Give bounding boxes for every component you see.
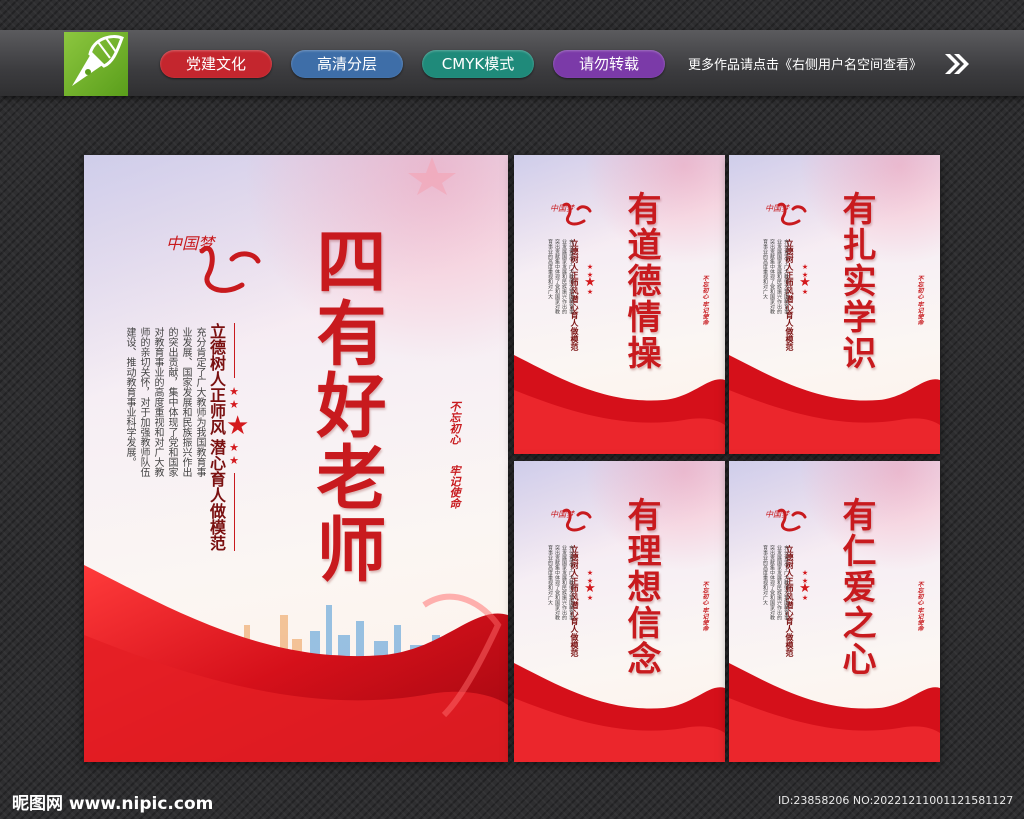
seal-text: 不忘初心 牢记使命: [701, 275, 708, 326]
seal-stay-true: 不忘初心: [448, 401, 461, 445]
main-body-text: 充分肯定了广大教师为我国教育事业发展、国家发展和民族振兴作出的突出贡献，集中体现…: [124, 327, 205, 477]
main-slogan-1: 立德树人正师风: [207, 323, 226, 435]
poster-title: 有道德情操: [621, 191, 661, 371]
more-works-note: 更多作品请点击《右侧用户名空间查看》: [688, 58, 923, 73]
pen-nib-icon: [72, 35, 124, 86]
star-ornament: ★ ★ ★ ★: [584, 569, 596, 602]
ink-stroke-decoration: [562, 508, 592, 532]
star-ornament: ★ ★ ★ ★: [799, 263, 811, 296]
poster-ideals-beliefs: 中国梦 有理想信念 立德树人正师风 潜心育人做模范 ★ ★ ★ ★ 充分肯定了广大教师…: [514, 461, 725, 762]
body-text: 充分肯定了广大教师为我国教育事业发展国家发展和民族振兴作出的突出贡献集中体现了党…: [762, 545, 789, 620]
body-text: 充分肯定了广大教师为我国教育事业发展国家发展和民族振兴作出的突出贡献集中体现了党…: [762, 239, 789, 314]
ink-stroke-decoration: [199, 246, 261, 293]
ink-stroke-decoration: [777, 508, 807, 532]
main-poster: 中国梦 四有好老师 立德树人正师风 潜心育人做模范 ★ ★ ★ ★ ★ 充分肯定了广大教…: [84, 155, 508, 762]
body-text: 充分肯定了广大教师为我国教育事业发展国家发展和民族振兴作出的突出贡献集中体现了党…: [547, 545, 574, 620]
red-ribbon: [84, 565, 508, 762]
double-chevron-right-icon[interactable]: [943, 52, 971, 76]
body-text: 充分肯定了广大教师为我国教育事业发展国家发展和民族振兴作出的突出贡献集中体现了党…: [547, 239, 574, 314]
tag-party-culture[interactable]: 党建文化: [160, 50, 272, 78]
seal-text: 不忘初心 牢记使命: [916, 275, 923, 326]
poster-title: 有理想信念: [621, 497, 661, 677]
site-watermark: 昵图网 www.nipic.com: [12, 794, 214, 814]
poster-moral-sentiment: 中国梦 有道德情操 立德树人正师风 潜心育人做模范 ★ ★ ★ ★ 充分肯定了广大教师…: [514, 155, 725, 454]
tag-cmyk-mode[interactable]: CMYK模式: [422, 50, 534, 78]
seal-text: 不忘初心 牢记使命: [701, 581, 708, 632]
main-title: 四有好老师: [305, 225, 388, 585]
ink-stroke-decoration: [777, 202, 807, 226]
poster-title: 有仁爱之心: [836, 497, 876, 677]
seal-text: 不忘初心 牢记使命: [916, 581, 923, 632]
ink-stroke-decoration: [562, 202, 592, 226]
poster-title: 有扎实学识: [836, 191, 876, 371]
main-slogan-2: 潜心育人做模范: [207, 439, 226, 551]
star-ornament: ★ ★ ★ ★: [584, 263, 596, 296]
poster-benevolent-heart: 中国梦 有仁爱之心 立德树人正师风 潜心育人做模范 ★ ★ ★ ★ 充分肯定了广大教师…: [729, 461, 940, 762]
emblem-star-icon: [408, 157, 456, 195]
site-logo[interactable]: [64, 32, 128, 96]
tag-no-repost[interactable]: 请勿转载: [553, 50, 665, 78]
star-ornament: ★ ★ ★ ★ ★: [226, 385, 250, 467]
red-ribbon: [729, 355, 940, 454]
image-id: ID:23858206 NO:20221211001121581127: [778, 794, 1014, 807]
tag-hd-layers[interactable]: 高清分层: [291, 50, 403, 78]
red-ribbon: [514, 663, 725, 762]
star-ornament: ★ ★ ★ ★: [799, 569, 811, 602]
seal-keep-mission: 牢记使命: [448, 465, 461, 509]
red-ribbon: [729, 663, 940, 762]
red-ribbon: [514, 355, 725, 454]
poster-solid-knowledge: 中国梦 有扎实学识 立德树人正师风 潜心育人做模范 ★ ★ ★ ★ 充分肯定了广大教师…: [729, 155, 940, 454]
